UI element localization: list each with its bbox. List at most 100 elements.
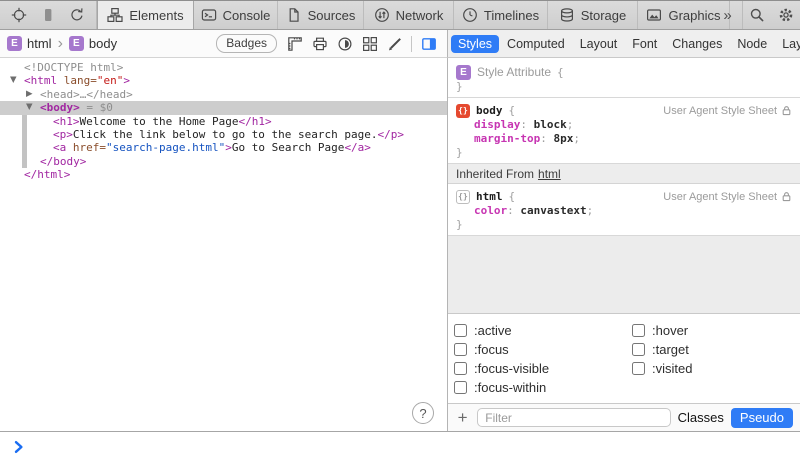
badges-button[interactable]: Badges [216,34,277,53]
console-prompt-bar[interactable] [0,431,800,461]
css-declaration[interactable]: display: block; [456,118,792,132]
selection-scope-bar [22,115,27,128]
dom-tree-panel: <!DOCTYPE html>▼<html lang="en">▶<head>…… [0,58,448,431]
property-value: 8px [553,132,573,145]
overflow-tabs-button[interactable]: » [713,1,742,29]
grid-overlay-icon [362,36,378,52]
tab-sources[interactable]: Sources [278,1,364,29]
toggle-sidebar-button[interactable] [417,33,440,55]
pseudo-class-label: :active [474,323,512,338]
style-attribute-title: Style Attribute [477,65,551,79]
body-close-node[interactable]: </body> [0,155,447,168]
origin-label: User Agent Style Sheet [663,105,777,117]
css-declaration[interactable]: color: canvastext; [456,204,792,218]
styles-brush-button[interactable] [383,33,406,55]
html-close-node[interactable]: </html> [0,168,447,181]
classes-button[interactable]: Classes [678,410,724,425]
tab-label: Elements [129,8,183,23]
p-node[interactable]: <p>Click the link below to go to the sea… [0,128,447,141]
search-button[interactable] [742,1,771,29]
origin-label: User Agent Style Sheet [663,191,777,203]
sidebar-tab-layers[interactable]: Layers [775,35,800,53]
element-badge-icon: E [456,65,471,80]
code-segment: Go to Search Page [232,141,345,154]
device-settings-button[interactable] [36,4,60,26]
head-node[interactable]: ▶<head>…</head> [0,88,447,101]
sidebar-tab-font[interactable]: Font [625,35,664,53]
settings-button[interactable] [771,1,800,29]
sources-icon [286,7,302,23]
sidebar-tab-node[interactable]: Node [730,35,774,53]
disclosure-open-icon[interactable]: ▼ [26,101,33,114]
doctype-line[interactable]: <!DOCTYPE html> [0,61,447,74]
sidebar-tab-bar: StylesComputedLayoutFontChangesNodeLayer… [448,30,800,58]
close-brace: } [456,146,792,160]
breadcrumb-item-body[interactable]: Ebody [69,36,117,51]
disclosure-closed-icon[interactable]: ▶ [26,88,33,101]
css-declaration[interactable]: margin-top: 8px; [456,132,792,146]
breadcrumb-separator-icon: › [57,36,64,52]
navbar-icon-buttons [283,33,406,55]
rule-header: {}html {User Agent Style Sheet [456,189,792,204]
pseudo-checkbox-focus-visible[interactable] [454,362,467,375]
console-icon [201,7,217,23]
print-styles-button[interactable] [308,33,331,55]
appearance-toggle-button[interactable] [333,33,356,55]
help-button[interactable]: ? [412,402,434,424]
tab-console[interactable]: Console [194,1,278,29]
pseudo-button[interactable]: Pseudo [731,408,793,428]
pseudo-checkbox-focus[interactable] [454,343,467,356]
code-segment: <html [24,74,57,87]
grid-overlay-button[interactable] [358,33,381,55]
rule-selector[interactable]: body [476,104,503,117]
code-segment: </h1> [238,115,271,128]
tab-network[interactable]: Network [364,1,454,29]
pseudo-class-row: :focus [454,340,632,359]
pseudo-checkbox-hover[interactable] [632,324,645,337]
disclosure-open-icon[interactable]: ▼ [10,74,17,87]
breadcrumb-label: html [27,36,52,51]
colon: : [507,204,520,217]
pseudo-checkbox-target[interactable] [632,343,645,356]
semicolon: ; [573,132,580,145]
pseudo-checkbox-active[interactable] [454,324,467,337]
sidebar-tab-computed[interactable]: Computed [500,35,572,53]
sidebar-tab-styles[interactable]: Styles [451,35,499,53]
selection-scope-bar [22,128,27,141]
rule-origin: User Agent Style Sheet [663,191,792,203]
code-segment: <h1> [53,115,80,128]
inspect-element-button[interactable] [7,4,31,26]
tab-storage[interactable]: Storage [548,1,638,29]
pseudo-class-label: :hover [652,323,688,338]
code-segment: </body> [40,155,86,168]
pseudo-checkbox-visited[interactable] [632,362,645,375]
reload-page-button[interactable] [65,4,89,26]
tab-elements[interactable]: Elements [97,1,194,29]
pseudo-column-right: :hover:target:visited [632,321,692,397]
a-node[interactable]: <a href="search-page.html">Go to Search … [0,141,447,154]
element-badge-icon: E [69,36,84,51]
body-node[interactable]: ▼<body> = $0 [0,101,447,114]
pseudo-class-row: :visited [632,359,692,378]
new-rule-button[interactable]: + [455,409,470,426]
rule-selector[interactable]: html [476,190,503,203]
h1-node[interactable]: <h1>Welcome to the Home Page</h1> [0,115,447,128]
styles-filter-input[interactable] [477,408,670,427]
ruler-button[interactable] [283,33,306,55]
pseudo-checkbox-focus-within[interactable] [454,381,467,394]
sidebar-tab-layout[interactable]: Layout [573,35,625,53]
pseudo-class-label: :focus-visible [474,361,549,376]
open-brace: { [509,104,516,117]
semicolon: ; [567,118,574,131]
breadcrumb-item-html[interactable]: Ehtml [7,36,52,51]
navigation-bar: Ehtml › Ebody Badges StylesComputedLayoutF… [0,30,800,58]
code-segment: </a> [344,141,371,154]
sidebar-tab-changes[interactable]: Changes [665,35,729,53]
timelines-icon [462,7,478,23]
code-segment: "en" [97,74,124,87]
pseudo-class-row: :active [454,321,632,340]
web-inspector-window: ElementsConsoleSourcesNetworkTimelinesSt… [0,0,800,461]
tab-timelines[interactable]: Timelines [454,1,548,29]
inherited-element-link[interactable]: html [538,167,561,181]
html-open-node[interactable]: ▼<html lang="en"> [0,74,447,87]
